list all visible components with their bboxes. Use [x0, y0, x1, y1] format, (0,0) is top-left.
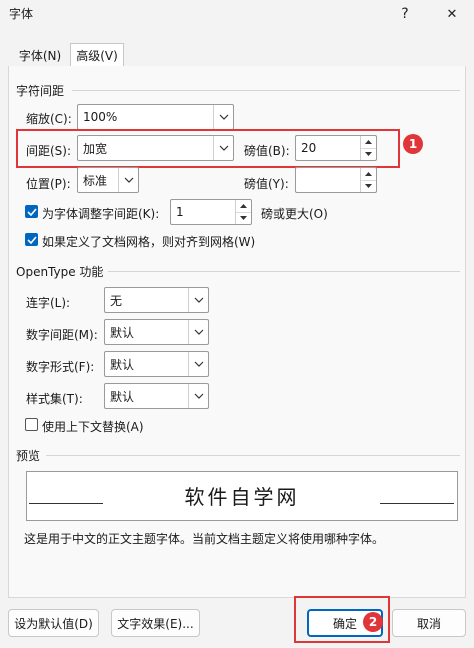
stylistic-combo[interactable]: 默认: [104, 383, 209, 409]
position-combo[interactable]: 标准: [77, 167, 139, 193]
chevron-down-icon: [188, 384, 208, 408]
ligatures-label: 连字(L):: [26, 296, 71, 310]
annotation-badge-2: 2: [363, 612, 383, 632]
window-title: 字体: [9, 7, 34, 21]
chevron-down-icon: [118, 168, 138, 192]
num-forms-combo[interactable]: 默认: [104, 351, 209, 377]
scale-label: 缩放(C):: [26, 112, 72, 126]
preview-separator: [46, 455, 460, 456]
position-label: 位置(P):: [26, 177, 71, 191]
spacing-label: 间距(S):: [26, 144, 72, 158]
position-by-label: 磅值(Y):: [244, 177, 289, 191]
position-by-spinner[interactable]: [295, 167, 377, 193]
checkmark-icon: [26, 207, 37, 216]
spin-down-icon[interactable]: [236, 213, 251, 225]
num-spacing-value: 默认: [110, 325, 135, 340]
opentype-title: OpenType 功能: [16, 265, 104, 279]
kerning-suffix-label: 磅或更大(O): [261, 207, 328, 221]
scale-value: 100%: [83, 110, 118, 124]
kerning-value[interactable]: 1: [171, 200, 235, 224]
opentype-separator: [108, 271, 460, 272]
spin-down-icon[interactable]: [361, 181, 376, 193]
contextual-label[interactable]: 使用上下文替换(A): [42, 418, 144, 435]
help-icon: ?: [401, 6, 409, 22]
kerning-checkbox[interactable]: [25, 205, 38, 218]
chevron-down-icon: [188, 320, 208, 344]
checkmark-icon: [26, 235, 37, 244]
ligatures-value: 无: [110, 293, 123, 308]
preview-title: 预览: [16, 449, 41, 463]
stylistic-value: 默认: [110, 389, 135, 404]
cancel-button[interactable]: 取消: [392, 609, 466, 637]
chevron-down-icon: [213, 105, 233, 129]
position-value: 标准: [83, 173, 108, 188]
spin-up-icon[interactable]: [361, 168, 376, 181]
spin-down-icon[interactable]: [361, 149, 376, 161]
contextual-checkbox[interactable]: [25, 418, 38, 431]
chevron-down-icon: [213, 136, 233, 160]
close-button[interactable]: ✕: [437, 0, 467, 28]
spacing-by-label: 磅值(B):: [244, 144, 290, 158]
num-forms-value: 默认: [110, 357, 135, 372]
tab-font[interactable]: 字体(N): [10, 44, 70, 67]
close-icon: ✕: [446, 6, 458, 22]
chevron-down-icon: [188, 288, 208, 312]
spin-up-icon[interactable]: [236, 200, 251, 213]
annotation-badge-1: 1: [403, 134, 423, 154]
spin-up-icon[interactable]: [361, 136, 376, 149]
text-effects-button[interactable]: 文字效果(E)...: [111, 609, 200, 637]
preview-sample-text: 软件自学网: [184, 485, 300, 509]
stylistic-label: 样式集(T):: [26, 392, 83, 406]
spacing-by-value[interactable]: 20: [296, 136, 360, 160]
spacing-value: 加宽: [83, 141, 108, 156]
num-spacing-label: 数字间距(M):: [26, 328, 98, 342]
scale-combo[interactable]: 100%: [77, 104, 234, 130]
num-spacing-combo[interactable]: 默认: [104, 319, 209, 345]
snap-grid-checkbox[interactable]: [25, 233, 38, 246]
position-by-value[interactable]: [296, 168, 360, 192]
chevron-down-icon: [188, 352, 208, 376]
preview-description: 这是用于中文的正文主题字体。当前文档主题定义将使用哪种字体。: [24, 532, 385, 546]
char-spacing-title: 字符间距: [16, 84, 65, 98]
tab-advanced-label: 高级(V): [76, 49, 118, 63]
snap-grid-label[interactable]: 如果定义了文档网格，则对齐到网格(W): [42, 233, 255, 250]
set-default-button[interactable]: 设为默认值(D): [8, 609, 99, 637]
num-forms-label: 数字形式(F):: [26, 360, 95, 374]
help-button[interactable]: ?: [390, 0, 420, 28]
preview-box: 软件自学网: [26, 471, 458, 521]
tab-font-label: 字体(N): [18, 49, 62, 63]
kerning-spinner[interactable]: 1: [170, 199, 252, 225]
ligatures-combo[interactable]: 无: [104, 287, 209, 313]
kerning-label[interactable]: 为字体调整字间距(K):: [42, 205, 159, 222]
tab-advanced[interactable]: 高级(V): [70, 43, 124, 67]
char-spacing-separator: [72, 90, 460, 91]
spacing-combo[interactable]: 加宽: [77, 135, 234, 161]
spacing-by-spinner[interactable]: 20: [295, 135, 377, 161]
